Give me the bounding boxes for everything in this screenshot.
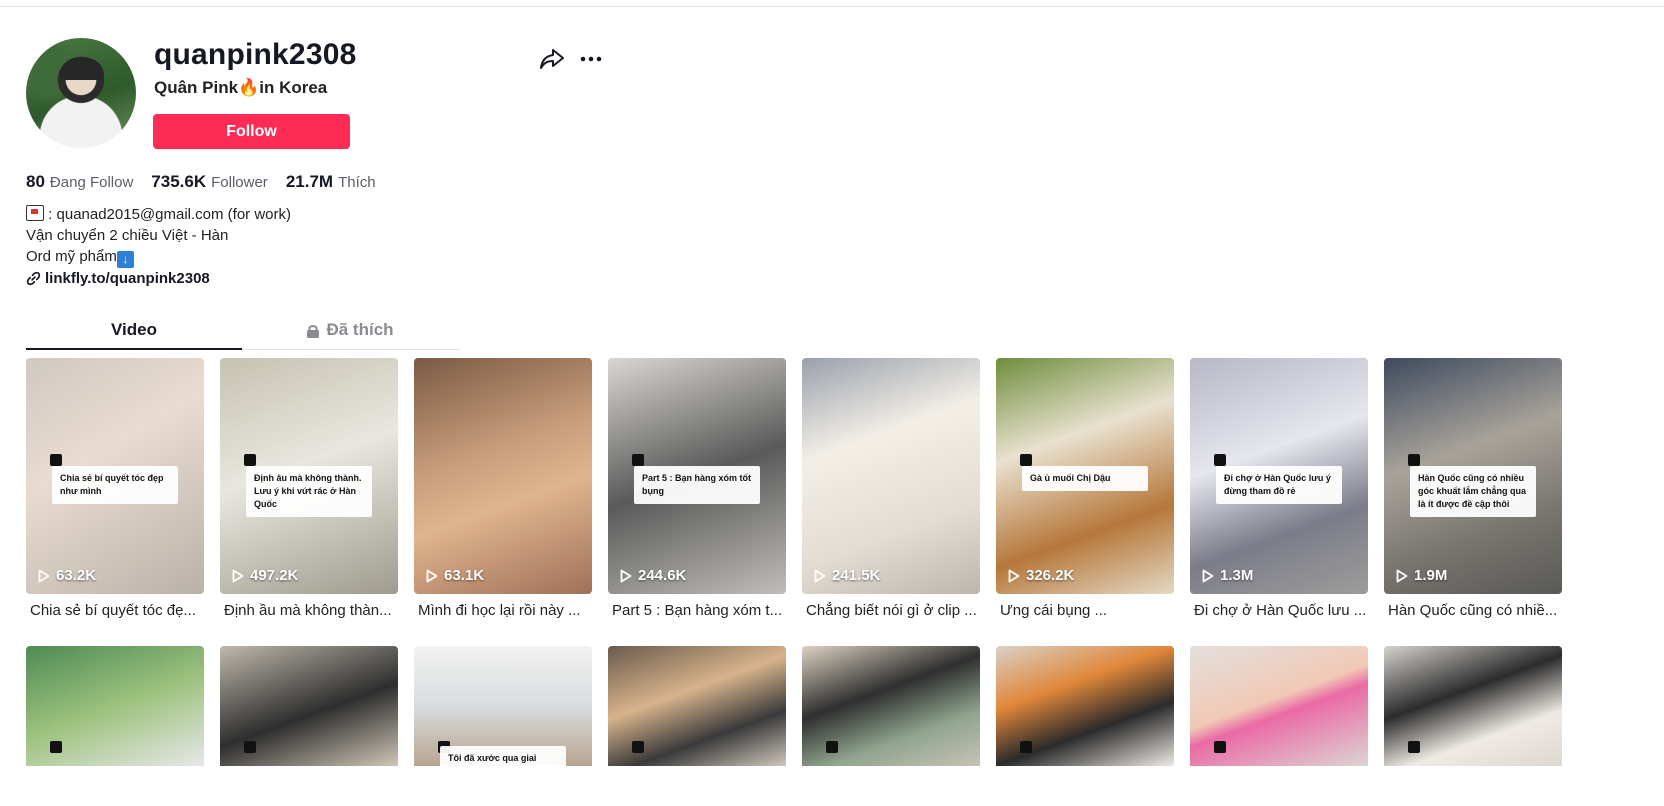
video-caption-overlay: Chia sẻ bí quyết tóc đẹp như mình: [52, 466, 178, 504]
video-thumbnail[interactable]: [996, 646, 1174, 766]
tab-liked[interactable]: Đã thích: [242, 320, 458, 350]
video-card[interactable]: Đi chợ ở Hàn Quốc lưu ý đừng tham đồ rẻ 1…: [1190, 358, 1368, 619]
video-description[interactable]: Ưng cái bụng ...: [996, 602, 1174, 619]
video-description[interactable]: Đi chợ ở Hàn Quốc lưu ...: [1190, 602, 1368, 619]
following-stat[interactable]: 80 Đang Follow: [26, 172, 133, 192]
follow-button[interactable]: Follow: [153, 114, 350, 149]
video-caption-overlay: Hàn Quốc cũng có nhiều góc khuất lắm chẳ…: [1410, 466, 1536, 517]
tiktok-logo-icon: [50, 454, 62, 466]
tab-video[interactable]: Video: [26, 320, 242, 350]
view-count: 1.3M: [1202, 567, 1253, 584]
tiktok-logo-icon: [244, 454, 256, 466]
top-divider: [0, 6, 1664, 7]
video-thumbnail[interactable]: [1384, 646, 1562, 766]
lock-icon: [307, 325, 320, 338]
play-icon: [232, 569, 244, 582]
video-thumbnail[interactable]: Đi chợ ở Hàn Quốc lưu ý đừng tham đồ rẻ 1…: [1190, 358, 1368, 594]
video-card[interactable]: Định âu mà không thành. Lưu ý khi vứt rá…: [220, 358, 398, 619]
tiktok-logo-icon: [1020, 454, 1032, 466]
play-icon: [814, 569, 826, 582]
play-icon: [426, 569, 438, 582]
view-count: 497.2K: [232, 567, 298, 584]
tiktok-logo-icon: [1020, 741, 1032, 753]
play-icon: [1008, 569, 1020, 582]
tiktok-logo-icon: [632, 454, 644, 466]
view-count: 244.6K: [620, 567, 686, 584]
inbox-tray-icon: [26, 205, 44, 221]
video-card[interactable]: Gà ủ muối Chị Dậu 326.2K Ưng cái bụng ...: [996, 358, 1174, 619]
video-caption-overlay: Tôi đã xước qua giai: [440, 746, 566, 766]
video-thumbnail[interactable]: [1190, 646, 1368, 766]
view-count: 63.2K: [38, 567, 96, 584]
video-thumbnail[interactable]: Gà ủ muối Chị Dậu 326.2K: [996, 358, 1174, 594]
down-arrow-icon: ↓: [116, 251, 134, 268]
video-description[interactable]: Chia sẻ bí quyết tóc đẹ...: [26, 602, 204, 619]
view-count: 326.2K: [1008, 567, 1074, 584]
share-icon[interactable]: [538, 46, 566, 72]
video-thumbnail[interactable]: [802, 646, 980, 766]
tiktok-logo-icon: [1214, 741, 1226, 753]
video-card[interactable]: 63.1K Mình đi học lại rồi này ...: [414, 358, 592, 619]
video-card[interactable]: Tôi đã xước qua giai: [414, 646, 592, 766]
tiktok-logo-icon: [1214, 454, 1226, 466]
play-icon: [1396, 569, 1408, 582]
video-thumbnail[interactable]: Chia sẻ bí quyết tóc đẹp như mình 63.2K: [26, 358, 204, 594]
video-card[interactable]: [996, 646, 1174, 766]
video-card[interactable]: Hàn Quốc cũng có nhiều góc khuất lắm chẳ…: [1384, 358, 1562, 619]
video-card[interactable]: [1384, 646, 1562, 766]
video-card[interactable]: Chia sẻ bí quyết tóc đẹp như mình 63.2K Ch…: [26, 358, 204, 619]
video-description[interactable]: Định ầu mà không thàn...: [220, 602, 398, 619]
video-card[interactable]: [220, 646, 398, 766]
profile-header: quanpink2308 Quân Pink🔥in Korea Follow: [26, 38, 646, 158]
video-description[interactable]: Hàn Quốc cũng có nhiề...: [1384, 602, 1562, 619]
followers-stat[interactable]: 735.6K Follower: [151, 172, 268, 192]
video-card[interactable]: Part 5 : Bạn hàng xóm tốt bụng 244.6K Part…: [608, 358, 786, 619]
tiktok-logo-icon: [1408, 741, 1420, 753]
play-icon: [620, 569, 632, 582]
profile-tabs: Video Đã thích: [26, 316, 460, 350]
nickname: Quân Pink🔥in Korea: [154, 78, 328, 97]
video-description[interactable]: Chẳng biết nói gì ở clip ...: [802, 602, 980, 619]
video-thumbnail[interactable]: Part 5 : Bạn hàng xóm tốt bụng 244.6K: [608, 358, 786, 594]
video-thumbnail[interactable]: Định âu mà không thành. Lưu ý khi vứt rá…: [220, 358, 398, 594]
tiktok-logo-icon: [244, 741, 256, 753]
video-card[interactable]: [26, 646, 204, 766]
profile-stats: 80 Đang Follow 735.6K Follower 21.7M Thích: [26, 172, 376, 192]
tiktok-logo-icon: [632, 741, 644, 753]
video-thumbnail[interactable]: Hàn Quốc cũng có nhiều góc khuất lắm chẳ…: [1384, 358, 1562, 594]
username: quanpink2308: [154, 38, 357, 71]
video-card[interactable]: [608, 646, 786, 766]
video-thumbnail[interactable]: [26, 646, 204, 766]
tiktok-logo-icon: [50, 741, 62, 753]
video-thumbnail[interactable]: Tôi đã xước qua giai: [414, 646, 592, 766]
video-caption-overlay: Đi chợ ở Hàn Quốc lưu ý đừng tham đồ rẻ: [1216, 466, 1342, 504]
video-thumbnail[interactable]: 63.1K: [414, 358, 592, 594]
video-thumbnail[interactable]: [220, 646, 398, 766]
view-count: 1.9M: [1396, 567, 1447, 584]
view-count: 241.5K: [814, 567, 880, 584]
play-icon: [1202, 569, 1214, 582]
video-description[interactable]: Mình đi học lại rồi này ...: [414, 602, 592, 619]
video-card[interactable]: 241.5K Chẳng biết nói gì ở clip ...: [802, 358, 980, 619]
video-card[interactable]: [1190, 646, 1368, 766]
video-description[interactable]: Part 5 : Bạn hàng xóm t...: [608, 602, 786, 619]
view-count: 63.1K: [426, 567, 484, 584]
video-caption-overlay: Gà ủ muối Chị Dậu: [1022, 466, 1148, 491]
link-icon: [26, 271, 41, 286]
video-thumbnail[interactable]: [608, 646, 786, 766]
video-card[interactable]: [802, 646, 980, 766]
video-caption-overlay: Part 5 : Bạn hàng xóm tốt bụng: [634, 466, 760, 504]
video-caption-overlay: Định âu mà không thành. Lưu ý khi vứt rá…: [246, 466, 372, 517]
tiktok-logo-icon: [826, 741, 838, 753]
more-options-icon[interactable]: [578, 46, 604, 72]
video-thumbnail[interactable]: 241.5K: [802, 358, 980, 594]
avatar[interactable]: [26, 38, 136, 148]
tiktok-logo-icon: [1408, 454, 1420, 466]
bio-link[interactable]: linkfly.to/quanpink2308: [26, 270, 210, 287]
play-icon: [38, 569, 50, 582]
likes-stat: 21.7M Thích: [285, 172, 376, 191]
bio: : quanad2015@gmail.com (for work) Vận ch…: [26, 205, 292, 268]
